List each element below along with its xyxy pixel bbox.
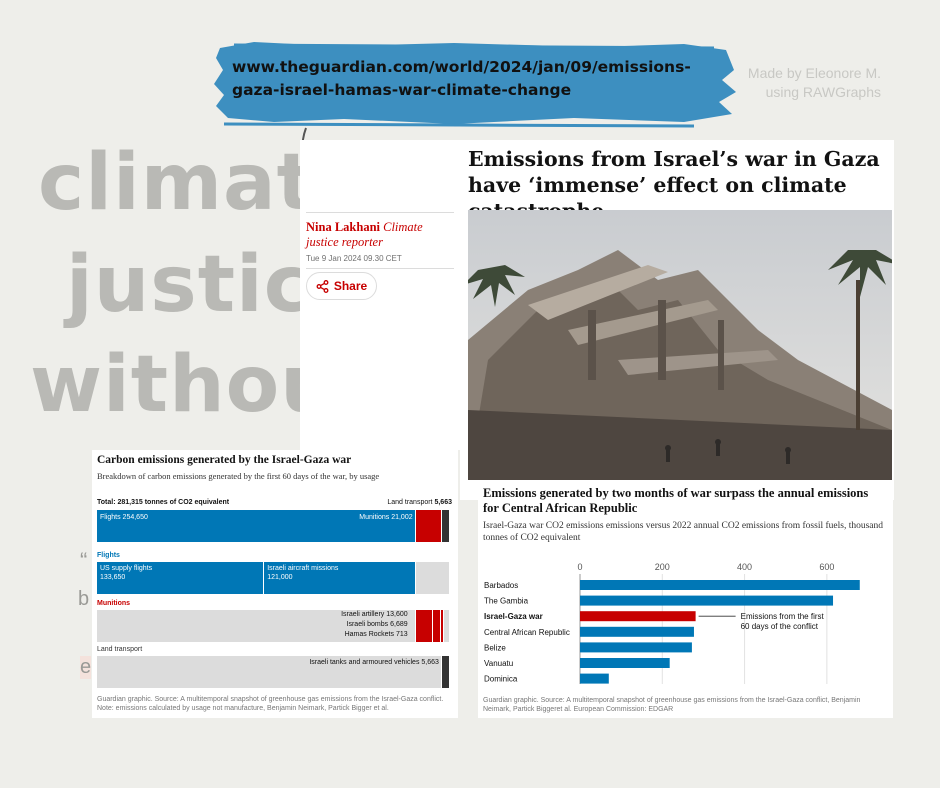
author-byline[interactable]: Nina Lakhani Climate justice reporter — [306, 220, 446, 250]
section-land: Land transport — [97, 646, 143, 653]
x-tick-label: 0 — [577, 562, 582, 572]
land-cat: Land transport — [387, 499, 433, 506]
label-mun-2: Hamas Rockets 713 — [344, 631, 408, 638]
label-mun-1: Israeli bombs 6,689 — [346, 621, 408, 628]
section-flights: Flights — [97, 552, 120, 559]
chart-a-title: Carbon emissions generated by the Israel… — [97, 454, 352, 466]
share-button[interactable]: Share — [306, 272, 377, 300]
section-munitions: Munitions — [97, 600, 131, 607]
fragment-2: e — [80, 656, 92, 679]
bar-israeli-artillery — [415, 610, 432, 642]
category-label: Belize — [484, 643, 506, 652]
category-label: Israel-Gaza war — [484, 612, 543, 621]
category-label: Vanuatu — [484, 659, 513, 668]
label-0-name: US supply flights — [100, 565, 153, 572]
quote-mark: “ — [80, 548, 88, 573]
article-photo-rubble[interactable] — [468, 210, 892, 480]
bar-belize — [580, 642, 692, 653]
share-label: Share — [333, 279, 368, 293]
country-comparison-chart: Emissions generated by two months of war… — [478, 484, 893, 718]
bar-flights-rest — [415, 562, 449, 594]
bar-munitions-total — [415, 510, 441, 542]
bar-hamas-rockets — [441, 610, 444, 642]
credit-line-1: Made by Eleonore M. — [747, 65, 881, 81]
emissions-breakdown-chart: Carbon emissions generated by the Israel… — [92, 450, 458, 718]
publish-date: Tue 9 Jan 2024 09.30 CET — [306, 254, 402, 263]
category-label: Dominica — [484, 675, 518, 684]
credit: Made by Eleonore M. using RAWGraphs — [706, 64, 881, 102]
label-0-value: 133,650 — [100, 574, 126, 581]
x-tick-label: 400 — [737, 562, 752, 572]
chart-a-subtitle: Breakdown of carbon emissions generated … — [97, 471, 380, 481]
chart-a-land-top-label: Land transport 5,663 — [387, 499, 452, 506]
bar-the-gambia — [580, 595, 834, 606]
label-munitions-total: Munitions 21,002 — [359, 514, 413, 521]
divider — [306, 212, 454, 213]
label-1-value: 121,000 — [267, 574, 293, 581]
annotation-text: 60 days of the conflict — [741, 622, 819, 631]
divider — [306, 268, 454, 269]
category-label: Central African Republic — [484, 628, 570, 637]
bar-israeli-bombs — [432, 610, 440, 642]
label-flights-total: Flights 254,650 — [100, 514, 148, 521]
label-mun-0: Israeli artillery 13,600 — [341, 611, 408, 618]
x-tick-label: 600 — [819, 562, 834, 572]
category-label: Barbados — [484, 581, 518, 590]
land-val: 5,663 — [434, 499, 452, 506]
share-icon — [316, 279, 329, 293]
bar-land-rest-m — [444, 610, 449, 642]
annotation-text: Emissions from the first — [741, 612, 825, 621]
bar-dominica — [580, 673, 609, 684]
chart-b-plot: 0 200 400 600 Barbados The Gambia Israel-Gaza … — [484, 562, 860, 684]
category-label: The Gambia — [484, 597, 529, 606]
author-name[interactable]: Nina Lakhani — [306, 220, 380, 234]
bar-land-tanks — [441, 656, 449, 688]
chart-a-total-label: Total: 281,315 tonnes of CO2 equivalent — [97, 499, 230, 506]
chart-b-source: Guardian graphic. Source: A multitempora… — [483, 697, 861, 713]
bar-barbados — [580, 580, 860, 590]
fragment-1: b — [78, 588, 90, 610]
bar-vanuatu — [580, 658, 670, 668]
label-land-tanks: Israeli tanks and armoured vehicles 5,66… — [309, 659, 439, 666]
label-1-name: Israeli aircraft missions — [267, 565, 339, 572]
bar-israel-gaza-war — [580, 611, 696, 622]
x-tick-label: 200 — [655, 562, 670, 572]
bar-central-african-republic — [580, 626, 694, 637]
chart-a-source: Guardian graphic. Source: A multitempora… — [97, 696, 444, 712]
article-url[interactable]: www.theguardian.com/world/2024/jan/09/em… — [232, 56, 732, 102]
credit-line-2: using RAWGraphs — [765, 84, 881, 100]
bar-land-total — [441, 510, 449, 542]
